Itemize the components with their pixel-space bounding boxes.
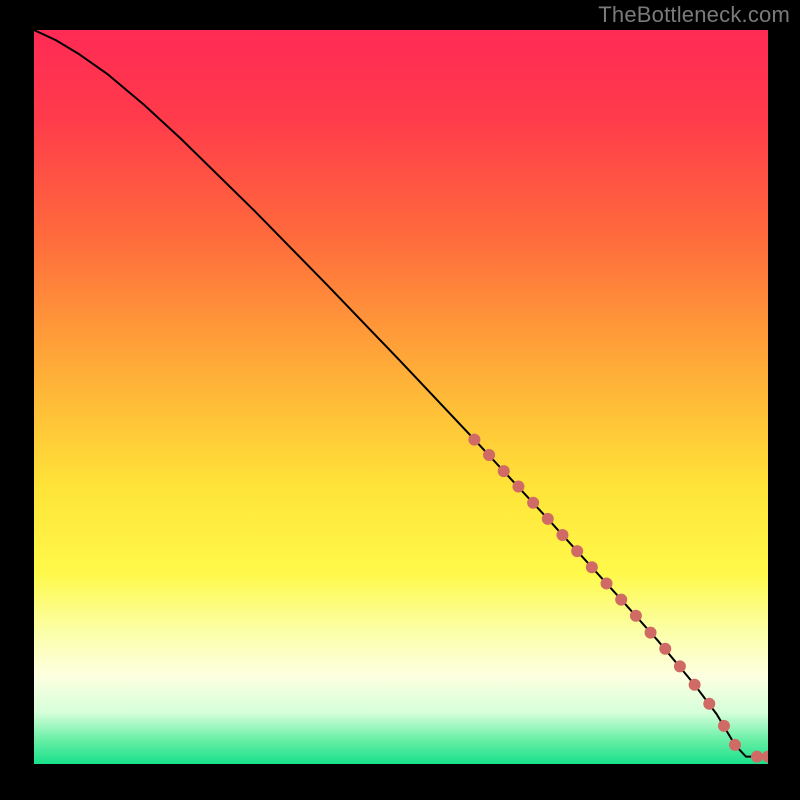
marker-dot <box>703 698 715 710</box>
marker-dot <box>542 513 554 525</box>
marker-dot <box>689 679 701 691</box>
marker-dot <box>615 594 627 606</box>
marker-dot <box>601 577 613 589</box>
marker-dot <box>527 497 539 509</box>
watermark-text: TheBottleneck.com <box>598 2 790 28</box>
marker-dot <box>483 449 495 461</box>
chart-svg <box>34 30 768 764</box>
marker-dot <box>630 610 642 622</box>
marker-dot <box>659 643 671 655</box>
marker-dot <box>645 627 657 639</box>
marker-dot <box>556 529 568 541</box>
marker-dot <box>674 660 686 672</box>
marker-dot <box>512 481 524 493</box>
marker-dot <box>571 545 583 557</box>
gradient-background <box>34 30 768 764</box>
marker-dot <box>468 434 480 446</box>
plot-area <box>34 30 768 764</box>
marker-dot <box>586 561 598 573</box>
marker-dot <box>729 739 741 751</box>
marker-dot <box>718 720 730 732</box>
marker-dot <box>751 751 763 763</box>
chart-frame: TheBottleneck.com <box>0 0 800 800</box>
marker-dot <box>498 465 510 477</box>
